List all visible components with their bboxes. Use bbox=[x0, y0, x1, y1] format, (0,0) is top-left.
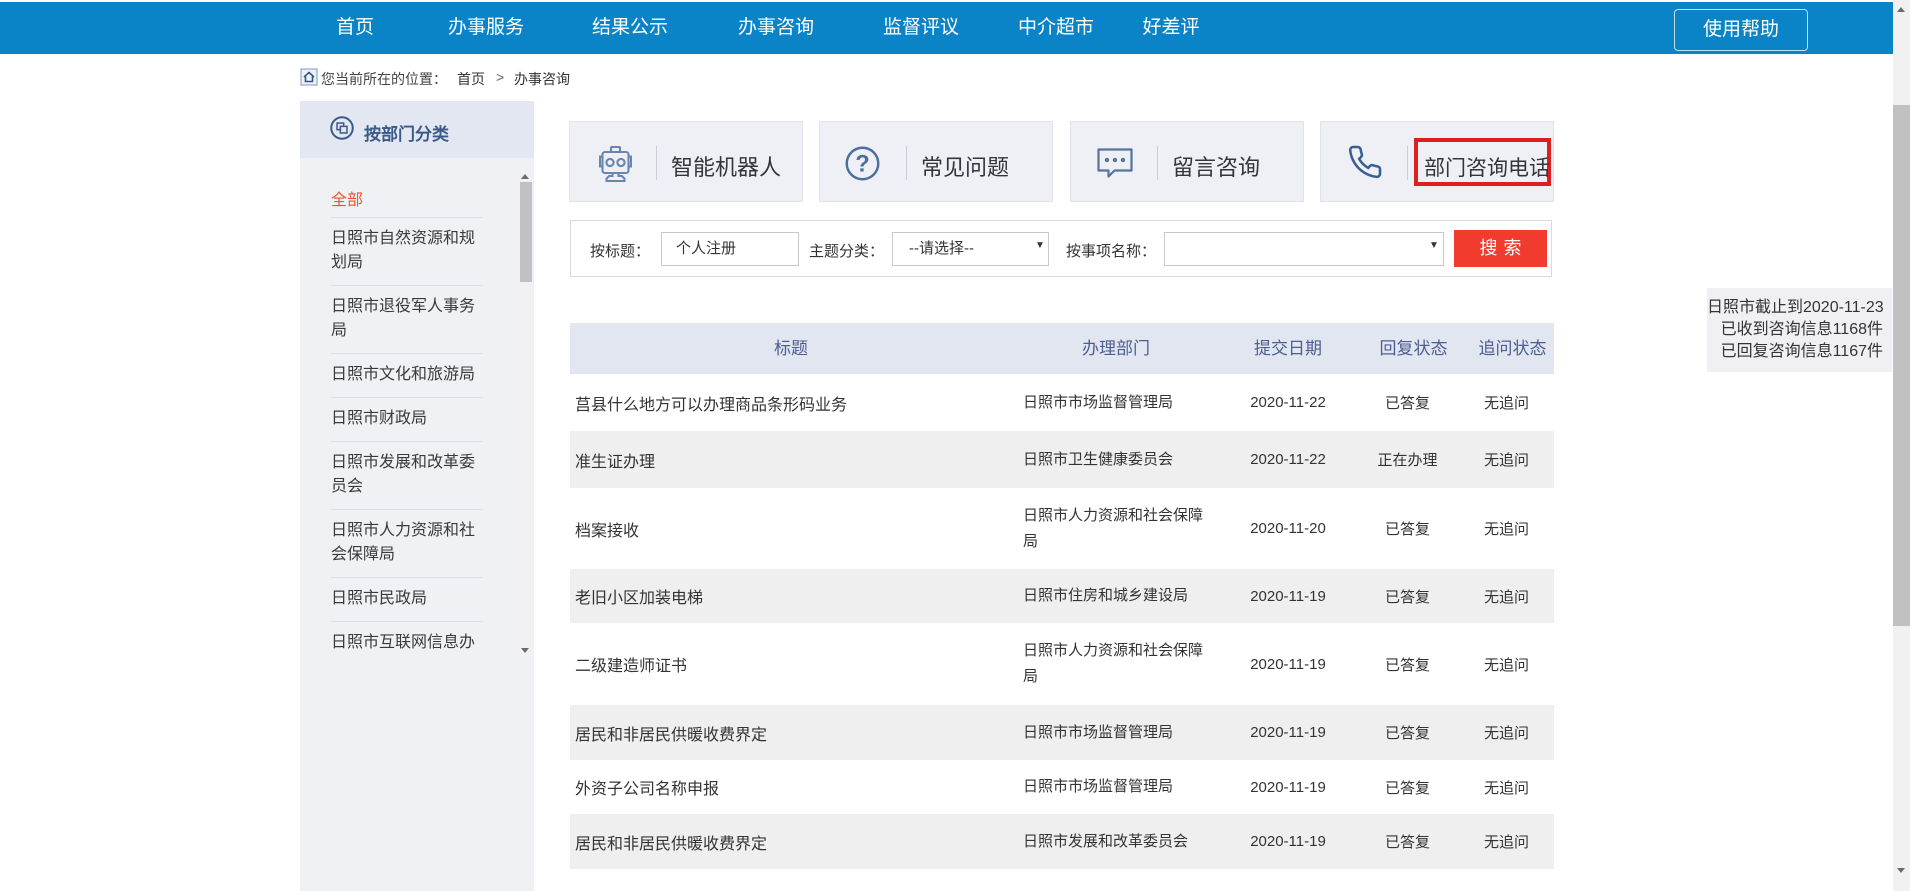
svg-text:?: ? bbox=[855, 151, 869, 177]
